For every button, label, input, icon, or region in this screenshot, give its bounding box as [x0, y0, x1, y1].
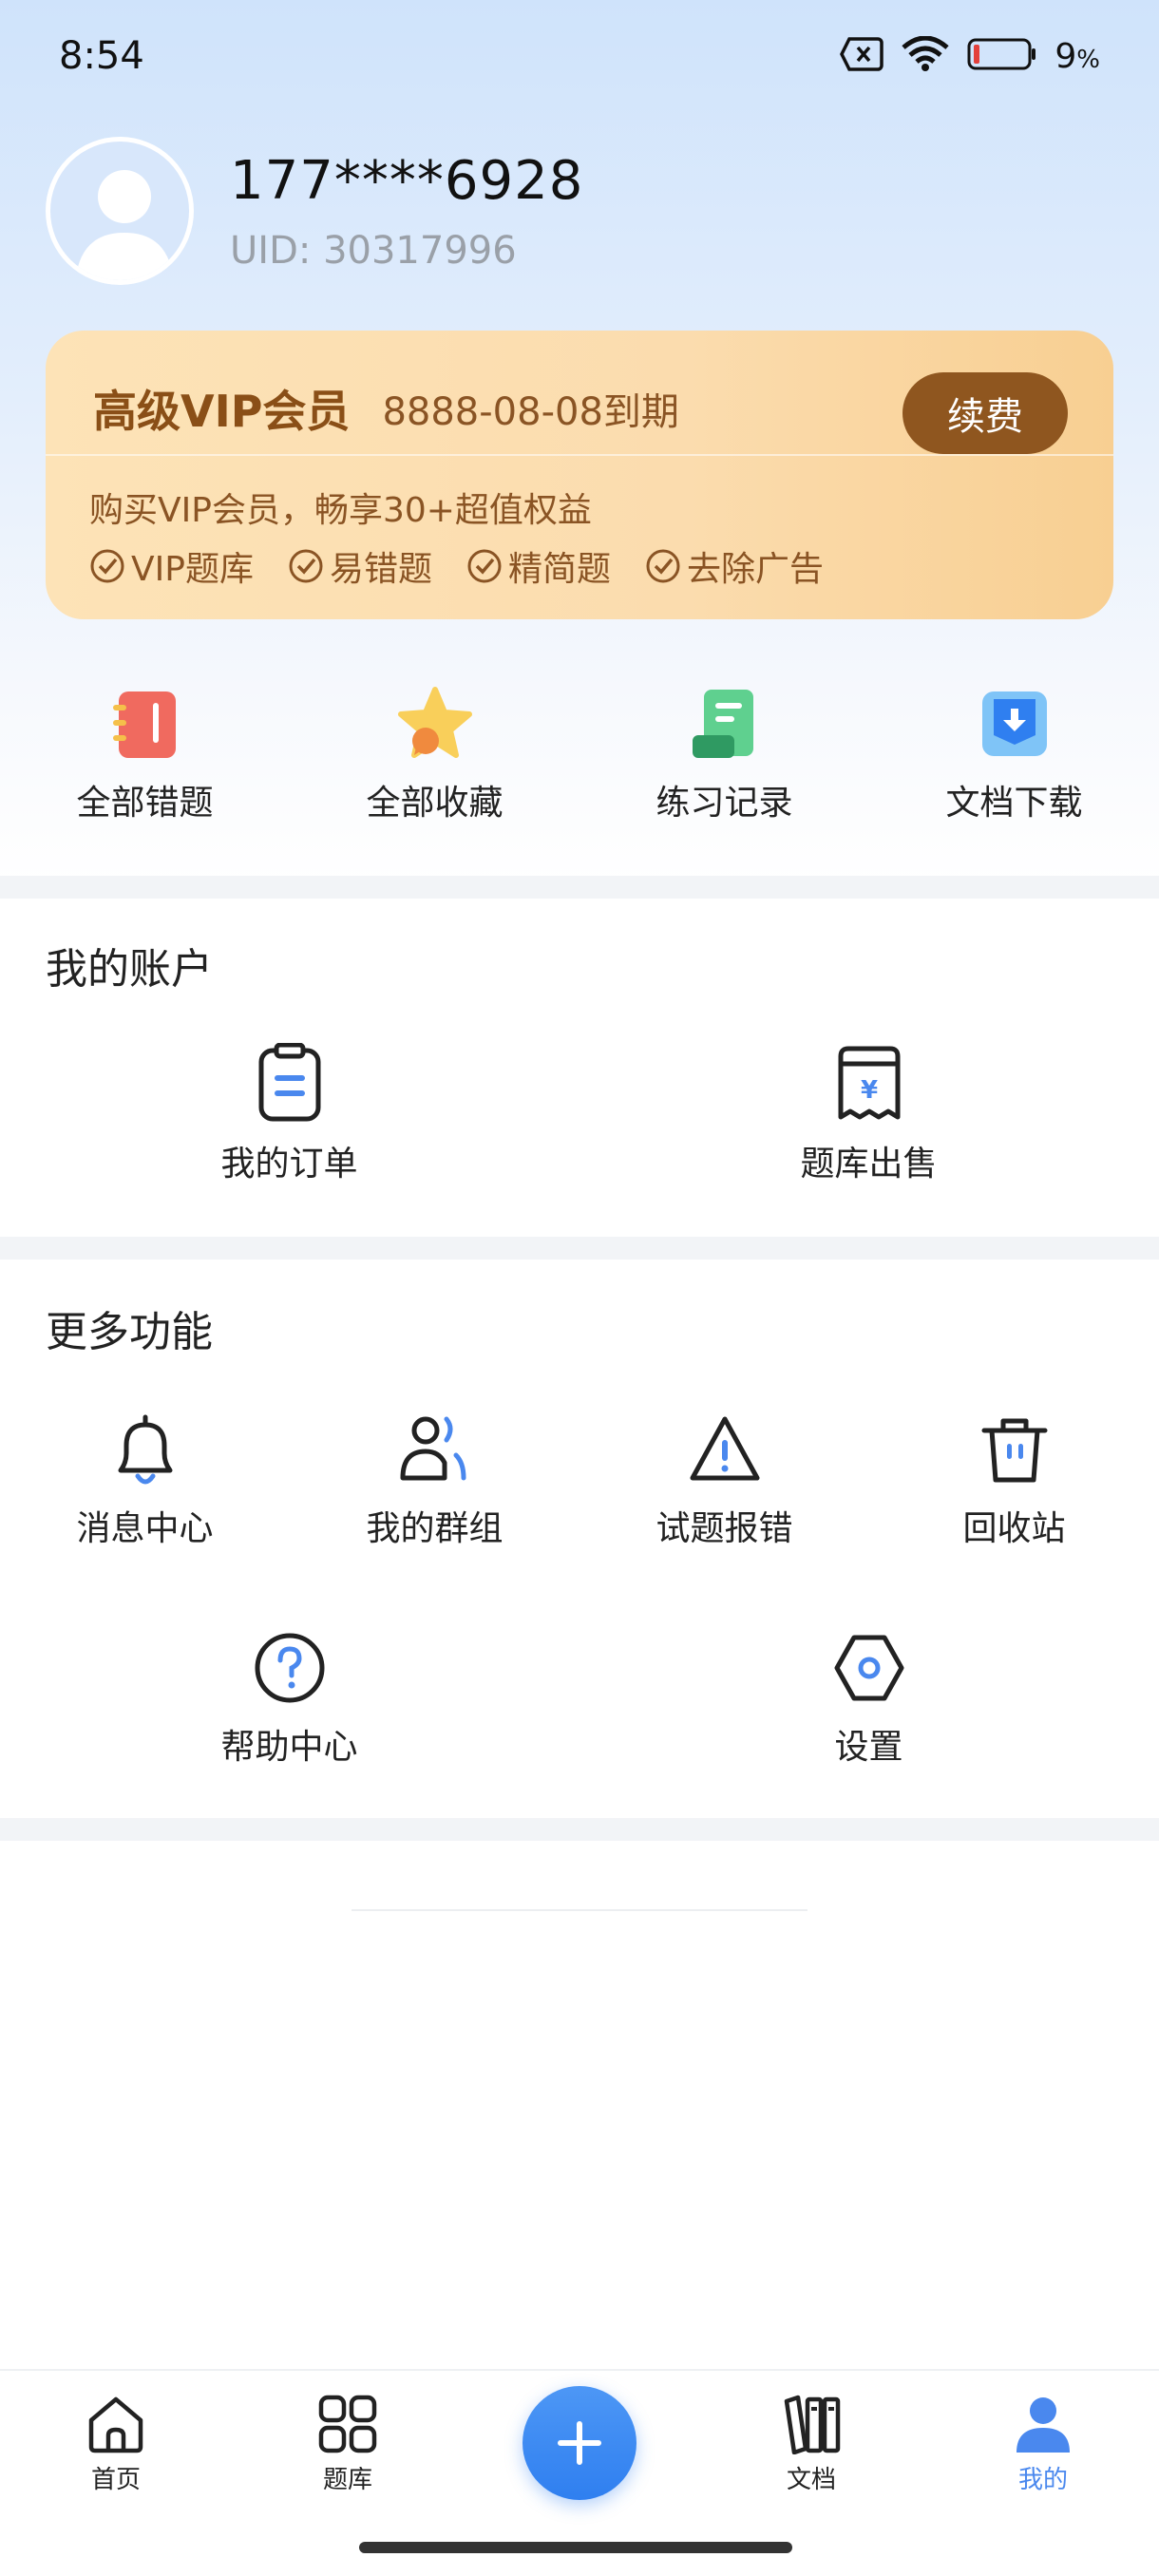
notebook-icon — [112, 691, 176, 758]
quick-label: 练习记录 — [656, 784, 793, 823]
quick-label: 全部错题 — [76, 784, 214, 823]
add-button[interactable] — [522, 2386, 636, 2500]
vip-card[interactable]: 高级VIP会员 8888-08-08到期 续费 购买VIP会员，畅享30+超值权… — [46, 331, 1113, 619]
nav-label: 题库 — [322, 2466, 372, 2494]
grid-label: 回收站 — [962, 1509, 1066, 1548]
battery-value: 9 — [1054, 36, 1077, 76]
quick-label: 全部收藏 — [366, 784, 504, 823]
nav-home[interactable]: 首页 — [40, 2394, 192, 2495]
grid-label: 设置 — [834, 1728, 903, 1767]
nav-question-bank[interactable]: 题库 — [272, 2394, 424, 2495]
nav-label: 文档 — [786, 2466, 836, 2494]
status-bar: 8:54 9% — [0, 0, 1159, 112]
status-time: 8:54 — [59, 34, 144, 78]
grid-label: 我的订单 — [220, 1145, 358, 1184]
warning-icon — [690, 1416, 759, 1481]
vip-header: 高级VIP会员 8888-08-08到期 续费 — [93, 363, 1068, 454]
bell-icon — [118, 1414, 172, 1485]
quick-favorites[interactable]: 全部收藏 — [290, 686, 580, 824]
vip-benefit: 去除广告 — [645, 541, 824, 591]
account-section-title: 我的账户 — [46, 945, 213, 994]
check-circle-icon — [289, 549, 323, 583]
trash-icon — [981, 1418, 1047, 1483]
report-error[interactable]: 试题报错 — [580, 1411, 869, 1550]
grid-label: 帮助中心 — [220, 1728, 358, 1767]
battery-icon — [967, 37, 1037, 75]
vip-benefit: 易错题 — [288, 541, 432, 591]
vip-description: 购买VIP会员，畅享30+超值权益 — [89, 491, 592, 530]
message-center[interactable]: 消息中心 — [0, 1411, 290, 1550]
default-avatar-icon — [75, 170, 174, 280]
grid-label: 我的群组 — [366, 1509, 504, 1548]
nav-mine[interactable]: 我的 — [967, 2394, 1119, 2495]
home-icon — [88, 2396, 143, 2453]
nav-label: 首页 — [90, 2466, 141, 2494]
wifi-icon — [901, 35, 950, 76]
check-circle-icon — [467, 549, 502, 583]
nav-documents[interactable]: 文档 — [735, 2394, 887, 2495]
nav-label: 我的 — [1017, 2466, 1068, 2494]
profile-header[interactable]: 177****6928 UID: 30317996 — [46, 137, 583, 285]
renew-button[interactable]: 续费 — [902, 372, 1068, 454]
vip-benefits: VIP题库 易错题 精简题 去除广告 — [89, 541, 824, 591]
section-divider — [0, 1237, 1159, 1260]
grid-label: 题库出售 — [800, 1145, 938, 1184]
battery-unit: % — [1076, 45, 1100, 74]
sale-icon: ¥ — [838, 1046, 900, 1120]
svg-text:¥: ¥ — [860, 1076, 877, 1105]
help-icon — [255, 1633, 324, 1703]
quick-wrong-questions[interactable]: 全部错题 — [0, 686, 290, 824]
recycle-bin[interactable]: 回收站 — [869, 1411, 1159, 1550]
quick-doc-download[interactable]: 文档下载 — [869, 686, 1159, 824]
user-icon — [1016, 2397, 1070, 2453]
vip-expire: 8888-08-08到期 — [382, 390, 679, 434]
no-sim-icon — [840, 37, 884, 75]
footer-line — [352, 1909, 808, 1911]
more-section-title: 更多功能 — [46, 1308, 213, 1356]
question-bank-sale[interactable]: ¥ 题库出售 — [724, 1043, 1014, 1185]
check-circle-icon — [90, 549, 124, 583]
my-groups[interactable]: 我的群组 — [290, 1411, 580, 1550]
group-icon — [400, 1416, 466, 1481]
avatar[interactable] — [46, 137, 194, 285]
section-divider — [0, 876, 1159, 899]
quick-actions: 全部错题 全部收藏 练习记录 文档下载 — [0, 686, 1159, 824]
vip-benefit-label: 易错题 — [329, 550, 432, 589]
profile-info: 177****6928 UID: 30317996 — [230, 150, 583, 273]
home-indicator[interactable] — [359, 2542, 792, 2553]
vip-title: 高级VIP会员 — [93, 386, 351, 437]
help-center[interactable]: 帮助中心 — [144, 1630, 434, 1769]
grid-icon — [318, 2395, 377, 2453]
vip-benefit-label: 去除广告 — [687, 550, 825, 589]
plus-icon — [558, 2421, 601, 2465]
quick-label: 文档下载 — [945, 784, 1083, 823]
download-icon — [981, 691, 1047, 756]
my-orders[interactable]: 我的订单 — [144, 1043, 434, 1185]
section-divider — [0, 1818, 1159, 1841]
vip-benefit-label: VIP题库 — [131, 550, 254, 589]
battery-percent: 9% — [1054, 37, 1100, 76]
user-phone: 177****6928 — [230, 149, 584, 212]
record-icon — [692, 690, 753, 758]
vip-benefit: 精简题 — [466, 541, 611, 591]
user-uid: UID: 30317996 — [230, 228, 517, 273]
grid-label: 消息中心 — [76, 1509, 214, 1548]
vip-divider — [46, 454, 1113, 456]
vip-benefit-label: 精简题 — [507, 550, 611, 589]
status-icons: 9% — [840, 35, 1100, 76]
grid-label: 试题报错 — [656, 1509, 793, 1548]
settings[interactable]: 设置 — [724, 1630, 1014, 1769]
star-icon — [397, 687, 472, 758]
vip-benefit: VIP题库 — [89, 541, 254, 591]
books-icon — [784, 2395, 841, 2454]
check-circle-icon — [646, 549, 680, 583]
quick-practice-record[interactable]: 练习记录 — [580, 686, 869, 824]
order-icon — [258, 1043, 320, 1122]
settings-icon — [834, 1635, 903, 1701]
